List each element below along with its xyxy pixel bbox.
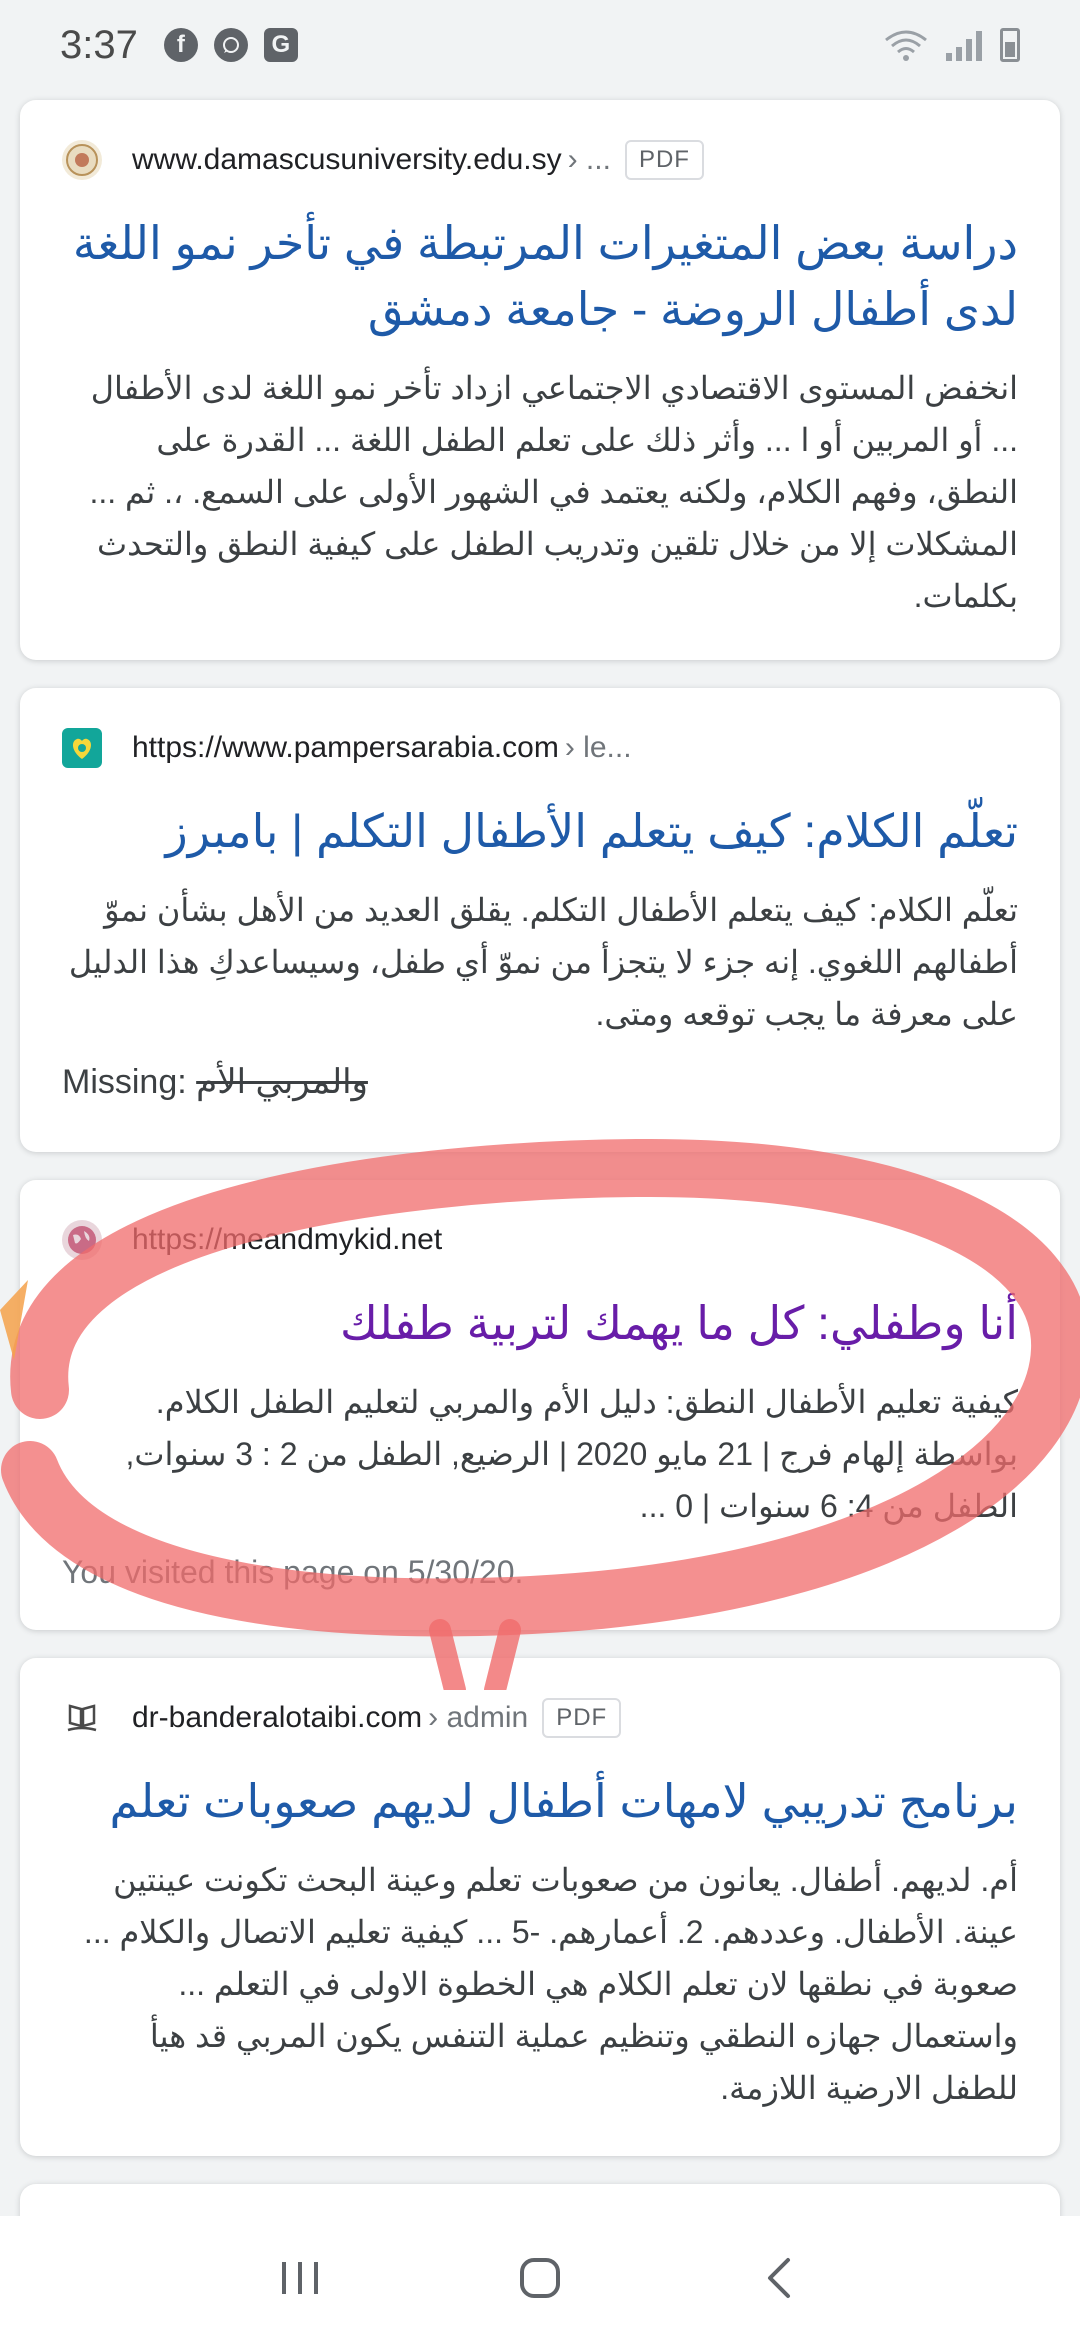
result-title-link[interactable]: أنا وطفلي: كل ما يهمك لتربية طفلك (62, 1290, 1018, 1356)
back-icon (768, 2258, 790, 2298)
pdf-badge: PDF (542, 1698, 622, 1738)
book-hand-icon (62, 1698, 102, 1738)
status-bar: 3:37 f G (0, 0, 1080, 90)
result-url: https://meandmykid.net (132, 1223, 443, 1256)
signal-icon (946, 29, 982, 61)
result-source[interactable]: https://meandmykid.net (62, 1216, 1018, 1264)
battery-icon (1000, 28, 1020, 62)
back-button[interactable] (740, 2238, 820, 2318)
missing-terms: Missing: والمربي الأم (62, 1062, 1018, 1102)
missing-label: Missing: (62, 1063, 187, 1101)
pdf-badge: PDF (624, 140, 704, 180)
home-icon (520, 2258, 560, 2298)
result-source[interactable]: dr-banderalotaibi.com › admin PDF (62, 1694, 1018, 1742)
result-breadcrumb: › admin (428, 1701, 529, 1734)
result-snippet: تعلّم الكلام: كيف يتعلم الأطفال التكلم. … (68, 892, 1018, 1032)
missing-terms-value: والمربي الأم (196, 1063, 368, 1101)
result-source[interactable]: https://www.pampersarabia.com › le... (62, 724, 1018, 772)
result-snippet: كيفية تعليم الأطفال النطق: دليل الأم وال… (125, 1384, 1018, 1524)
whatsapp-icon (213, 28, 248, 62)
status-time: 3:37 (60, 22, 138, 67)
search-result-card[interactable]: www.damascusuniversity.edu.sy › ... PDF … (20, 100, 1060, 660)
result-url: www.damascusuniversity.edu.sy (132, 143, 562, 176)
result-url: https://www.pampersarabia.com (132, 731, 559, 764)
result-breadcrumb: › ... (567, 143, 611, 176)
translate-icon: G (263, 28, 298, 62)
university-seal-icon (62, 140, 102, 180)
recent-apps-button[interactable] (260, 2238, 340, 2318)
result-title-link[interactable]: تعلّم الكلام: كيف يتعلم الأطفال التكلم |… (62, 798, 1018, 864)
result-snippet: انخفض المستوى الاقتصادي الاجتماعي ازداد … (89, 370, 1018, 614)
pampers-logo-icon (62, 728, 102, 768)
result-source[interactable]: www.damascusuniversity.edu.sy › ... PDF (62, 136, 1018, 184)
visited-note: You visited this page on 5/30/20. (62, 1554, 524, 1590)
wifi-icon (885, 30, 927, 61)
result-snippet: أم. لديهم. أطفال. يعانون من صعوبات تعلم … (83, 1862, 1018, 2106)
search-result-card[interactable]: https://meandmykid.net أنا وطفلي: كل ما … (20, 1180, 1060, 1630)
search-result-card[interactable]: dr-banderalotaibi.com › admin PDF برنامج… (20, 1658, 1060, 2156)
facebook-icon: f (163, 28, 198, 62)
recent-apps-icon (282, 2262, 318, 2294)
result-breadcrumb: › le... (564, 731, 632, 764)
search-result-card[interactable]: https://www.pampersarabia.com › le... تع… (20, 688, 1060, 1152)
system-nav-bar (0, 2216, 1080, 2340)
result-title-link[interactable]: دراسة بعض المتغيرات المرتبطة في تأخر نمو… (62, 210, 1018, 342)
result-title-link[interactable]: برنامج تدريبي لامهات أطفال لديهم صعوبات … (62, 1768, 1018, 1834)
result-url: dr-banderalotaibi.com (132, 1701, 423, 1734)
globe-icon (62, 1220, 102, 1260)
home-button[interactable] (500, 2238, 580, 2318)
